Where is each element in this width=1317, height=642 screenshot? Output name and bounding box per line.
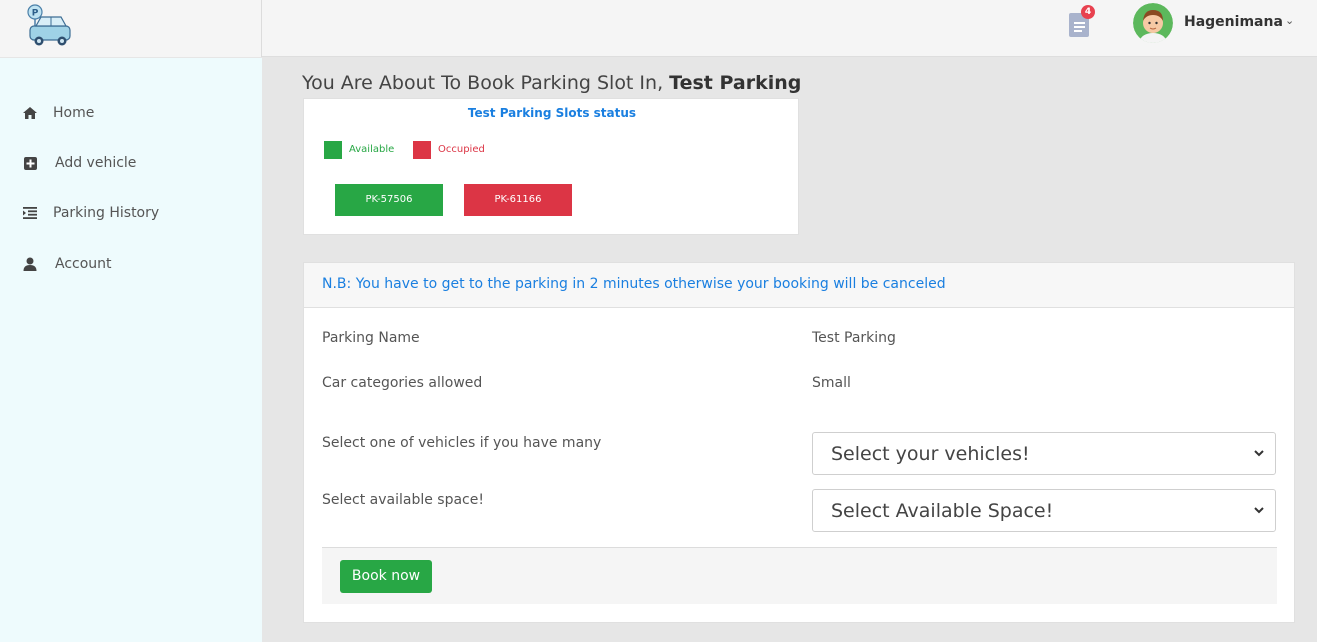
page-title: You Are About To Book Parking Slot In, T… xyxy=(302,72,801,94)
slots-status-title: Test Parking Slots status xyxy=(467,106,637,120)
space-select[interactable]: Select Available Space! xyxy=(812,489,1276,532)
sidebar-item-add-vehicle[interactable]: Add vehicle xyxy=(22,151,136,175)
top-navbar: P 4 Hagenimana ⌄ xyxy=(0,0,1317,57)
plus-square-icon xyxy=(22,155,38,171)
sidebar: Home Add vehicle Parking History Account xyxy=(0,58,262,642)
vehicle-select-value: Select your vehicles! xyxy=(831,442,1030,465)
chevron-down-icon xyxy=(1254,507,1264,514)
car-categories-label: Car categories allowed xyxy=(322,375,483,391)
sidebar-item-label: Account xyxy=(55,256,112,272)
space-select-value: Select Available Space! xyxy=(831,499,1054,522)
sidebar-item-label: Add vehicle xyxy=(55,155,137,171)
booking-footer: Book now xyxy=(322,547,1277,604)
booking-card: N.B: You have to get to the parking in 2… xyxy=(303,262,1295,623)
space-select-label: Select available space! xyxy=(322,492,484,508)
page-title-prefix: You Are About To Book Parking Slot In, xyxy=(302,72,670,94)
vehicle-select[interactable]: Select your vehicles! xyxy=(812,432,1276,475)
chevron-down-icon xyxy=(1254,450,1264,457)
sidebar-item-label: Parking History xyxy=(53,205,160,221)
parking-car-logo[interactable]: P xyxy=(24,4,76,50)
vehicle-select-label: Select one of vehicles if you have many xyxy=(322,435,602,451)
slot-occupied[interactable]: PK-61166 xyxy=(464,184,572,216)
legend-available-swatch xyxy=(324,141,342,159)
user-icon xyxy=(22,256,38,272)
legend-available-label: Available xyxy=(349,144,395,155)
slots-status-card: Test Parking Slots status Available Occu… xyxy=(303,98,799,235)
legend-occupied-swatch xyxy=(413,141,431,159)
chevron-down-icon[interactable]: ⌄ xyxy=(1285,14,1294,27)
logo-area: P xyxy=(0,0,262,57)
parking-name-value: Test Parking xyxy=(812,330,896,346)
svg-text:P: P xyxy=(32,9,39,19)
sidebar-item-label: Home xyxy=(53,105,95,121)
book-now-button[interactable]: Book now xyxy=(340,560,432,593)
sidebar-item-account[interactable]: Account xyxy=(22,252,112,276)
car-categories-value: Small xyxy=(812,375,851,391)
user-avatar[interactable] xyxy=(1133,3,1173,43)
list-icon xyxy=(22,205,38,221)
legend-occupied-label: Occupied xyxy=(438,144,485,155)
home-icon xyxy=(22,105,38,121)
booking-notice-header: N.B: You have to get to the parking in 2… xyxy=(304,263,1294,308)
parking-name-label: Parking Name xyxy=(322,330,420,346)
page-title-parking-name: Test Parking xyxy=(669,72,802,94)
booking-notice: N.B: You have to get to the parking in 2… xyxy=(322,276,946,292)
sidebar-item-home[interactable]: Home xyxy=(22,101,94,125)
sidebar-item-parking-history[interactable]: Parking History xyxy=(22,201,159,225)
notification-badge: 4 xyxy=(1081,5,1095,19)
slot-available[interactable]: PK-57506 xyxy=(335,184,443,216)
username[interactable]: Hagenimana xyxy=(1184,14,1283,30)
